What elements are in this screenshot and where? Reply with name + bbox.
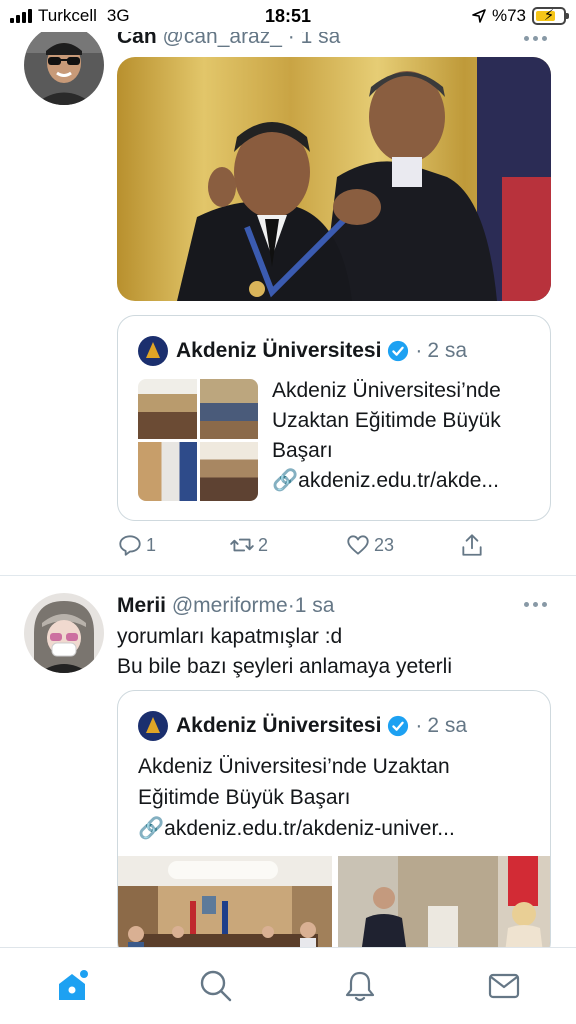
timestamp[interactable]: 1 sa: [295, 594, 335, 617]
university-logo: [138, 711, 168, 741]
meta-separator: ·: [287, 594, 295, 617]
quote-timestamp[interactable]: 2 sa: [427, 714, 467, 738]
quoted-tweet[interactable]: Akdeniz Üniversitesi · 2 sa Akdeniz Üniv…: [117, 690, 551, 960]
like-button[interactable]: 23: [345, 532, 394, 558]
tweet-actions: 1 2 23: [117, 532, 551, 562]
status-right: %73 ⚡: [472, 6, 569, 26]
link-card-text[interactable]: Akdeniz Üniversitesi’nde Uzaktan Eğitimd…: [272, 376, 542, 496]
tab-home[interactable]: [52, 966, 92, 1006]
thumbnail-image: [199, 441, 258, 501]
media-photo: [117, 57, 551, 301]
quote-display-name[interactable]: Akdeniz Üniversitesi: [176, 339, 381, 363]
tweet-text-line: yorumları kapatmışlar :d: [117, 625, 343, 648]
reply-button[interactable]: 1: [117, 532, 156, 558]
avatar[interactable]: [24, 593, 104, 673]
display-name[interactable]: Merii: [117, 594, 166, 617]
tweet-text: yorumları kapatmışlar :d Bu bile bazı şe…: [117, 622, 557, 682]
avatar-image: [24, 25, 104, 105]
quote-header: Akdeniz Üniversitesi · 2 sa: [138, 336, 467, 366]
link-card-thumbnails[interactable]: [138, 379, 258, 501]
home-icon: [59, 970, 88, 1000]
charging-bolt-icon: ⚡: [543, 7, 555, 24]
thumbnail-image: [138, 441, 197, 501]
battery-percent: %73: [491, 6, 526, 25]
verified-badge-icon: [388, 340, 409, 362]
quote-header: Akdeniz Üniversitesi · 2 sa: [138, 711, 467, 741]
quote-text-line: Eğitimde Büyük Başarı: [138, 786, 351, 809]
link-card-title: Akdeniz Üniversitesi’nde Uzaktan Eğitimd…: [272, 379, 501, 462]
retweet-count: 2: [258, 534, 269, 555]
reply-icon: [119, 535, 141, 556]
tweet[interactable]: Merii @meriforme·1 sa yorumları kapatmış…: [0, 576, 576, 960]
search-icon: [200, 970, 232, 1002]
thumbnail-image: [199, 379, 258, 439]
verified-badge-icon: [388, 715, 409, 737]
quote-separator: ·: [415, 339, 423, 362]
quote-display-name[interactable]: Akdeniz Üniversitesi: [176, 714, 381, 738]
media-photo: [338, 856, 550, 959]
tweet-text-line: Bu bile bazı şeyleri anlamaya yeterli: [117, 655, 452, 678]
avatar-image: [24, 593, 104, 673]
messages-icon: [488, 973, 520, 999]
notifications-icon: [345, 971, 375, 1002]
share-button[interactable]: [459, 532, 485, 558]
retweet-icon: [230, 538, 254, 552]
tweet[interactable]: Can @can_araz_ · 1 sa Akdeniz Üniversite…: [0, 0, 576, 575]
link-card-url[interactable]: 🔗akdeniz.edu.tr/akde...: [272, 466, 542, 496]
bottom-tab-bar: [0, 947, 576, 1024]
more-options-icon[interactable]: [524, 34, 548, 42]
avatar[interactable]: [24, 25, 104, 105]
share-icon: [462, 534, 482, 556]
quote-media[interactable]: [118, 856, 550, 959]
tab-search[interactable]: [196, 966, 236, 1006]
tab-messages[interactable]: [484, 966, 524, 1006]
quoted-tweet[interactable]: Akdeniz Üniversitesi · 2 sa Akdeniz Üniv…: [117, 315, 551, 521]
quote-text-line: Akdeniz Üniversitesi’nde Uzaktan: [138, 755, 450, 778]
quote-timestamp[interactable]: 2 sa: [427, 339, 467, 363]
status-bar: Turkcell 3G 18:51 %73 ⚡: [0, 0, 576, 32]
tab-notifications[interactable]: [340, 966, 380, 1006]
university-logo: [138, 336, 168, 366]
tweet-header: Merii @meriforme·1 sa: [117, 594, 334, 618]
retweet-button[interactable]: 2: [229, 532, 268, 558]
media-photo: [118, 856, 332, 959]
like-count: 23: [374, 534, 395, 555]
heart-icon: [347, 535, 369, 555]
handle[interactable]: @meriforme: [172, 594, 288, 617]
quote-separator: ·: [415, 714, 423, 737]
reply-count: 1: [146, 534, 157, 555]
tweet-media[interactable]: [117, 57, 551, 301]
quote-link[interactable]: 🔗akdeniz.edu.tr/akdeniz-univer...: [138, 813, 548, 844]
location-arrow-icon: [472, 9, 486, 23]
battery-icon: ⚡: [532, 7, 569, 25]
thumbnail-image: [138, 379, 197, 439]
quote-text: Akdeniz Üniversitesi’nde Uzaktan Eğitimd…: [138, 751, 548, 844]
more-options-icon[interactable]: [524, 600, 548, 608]
